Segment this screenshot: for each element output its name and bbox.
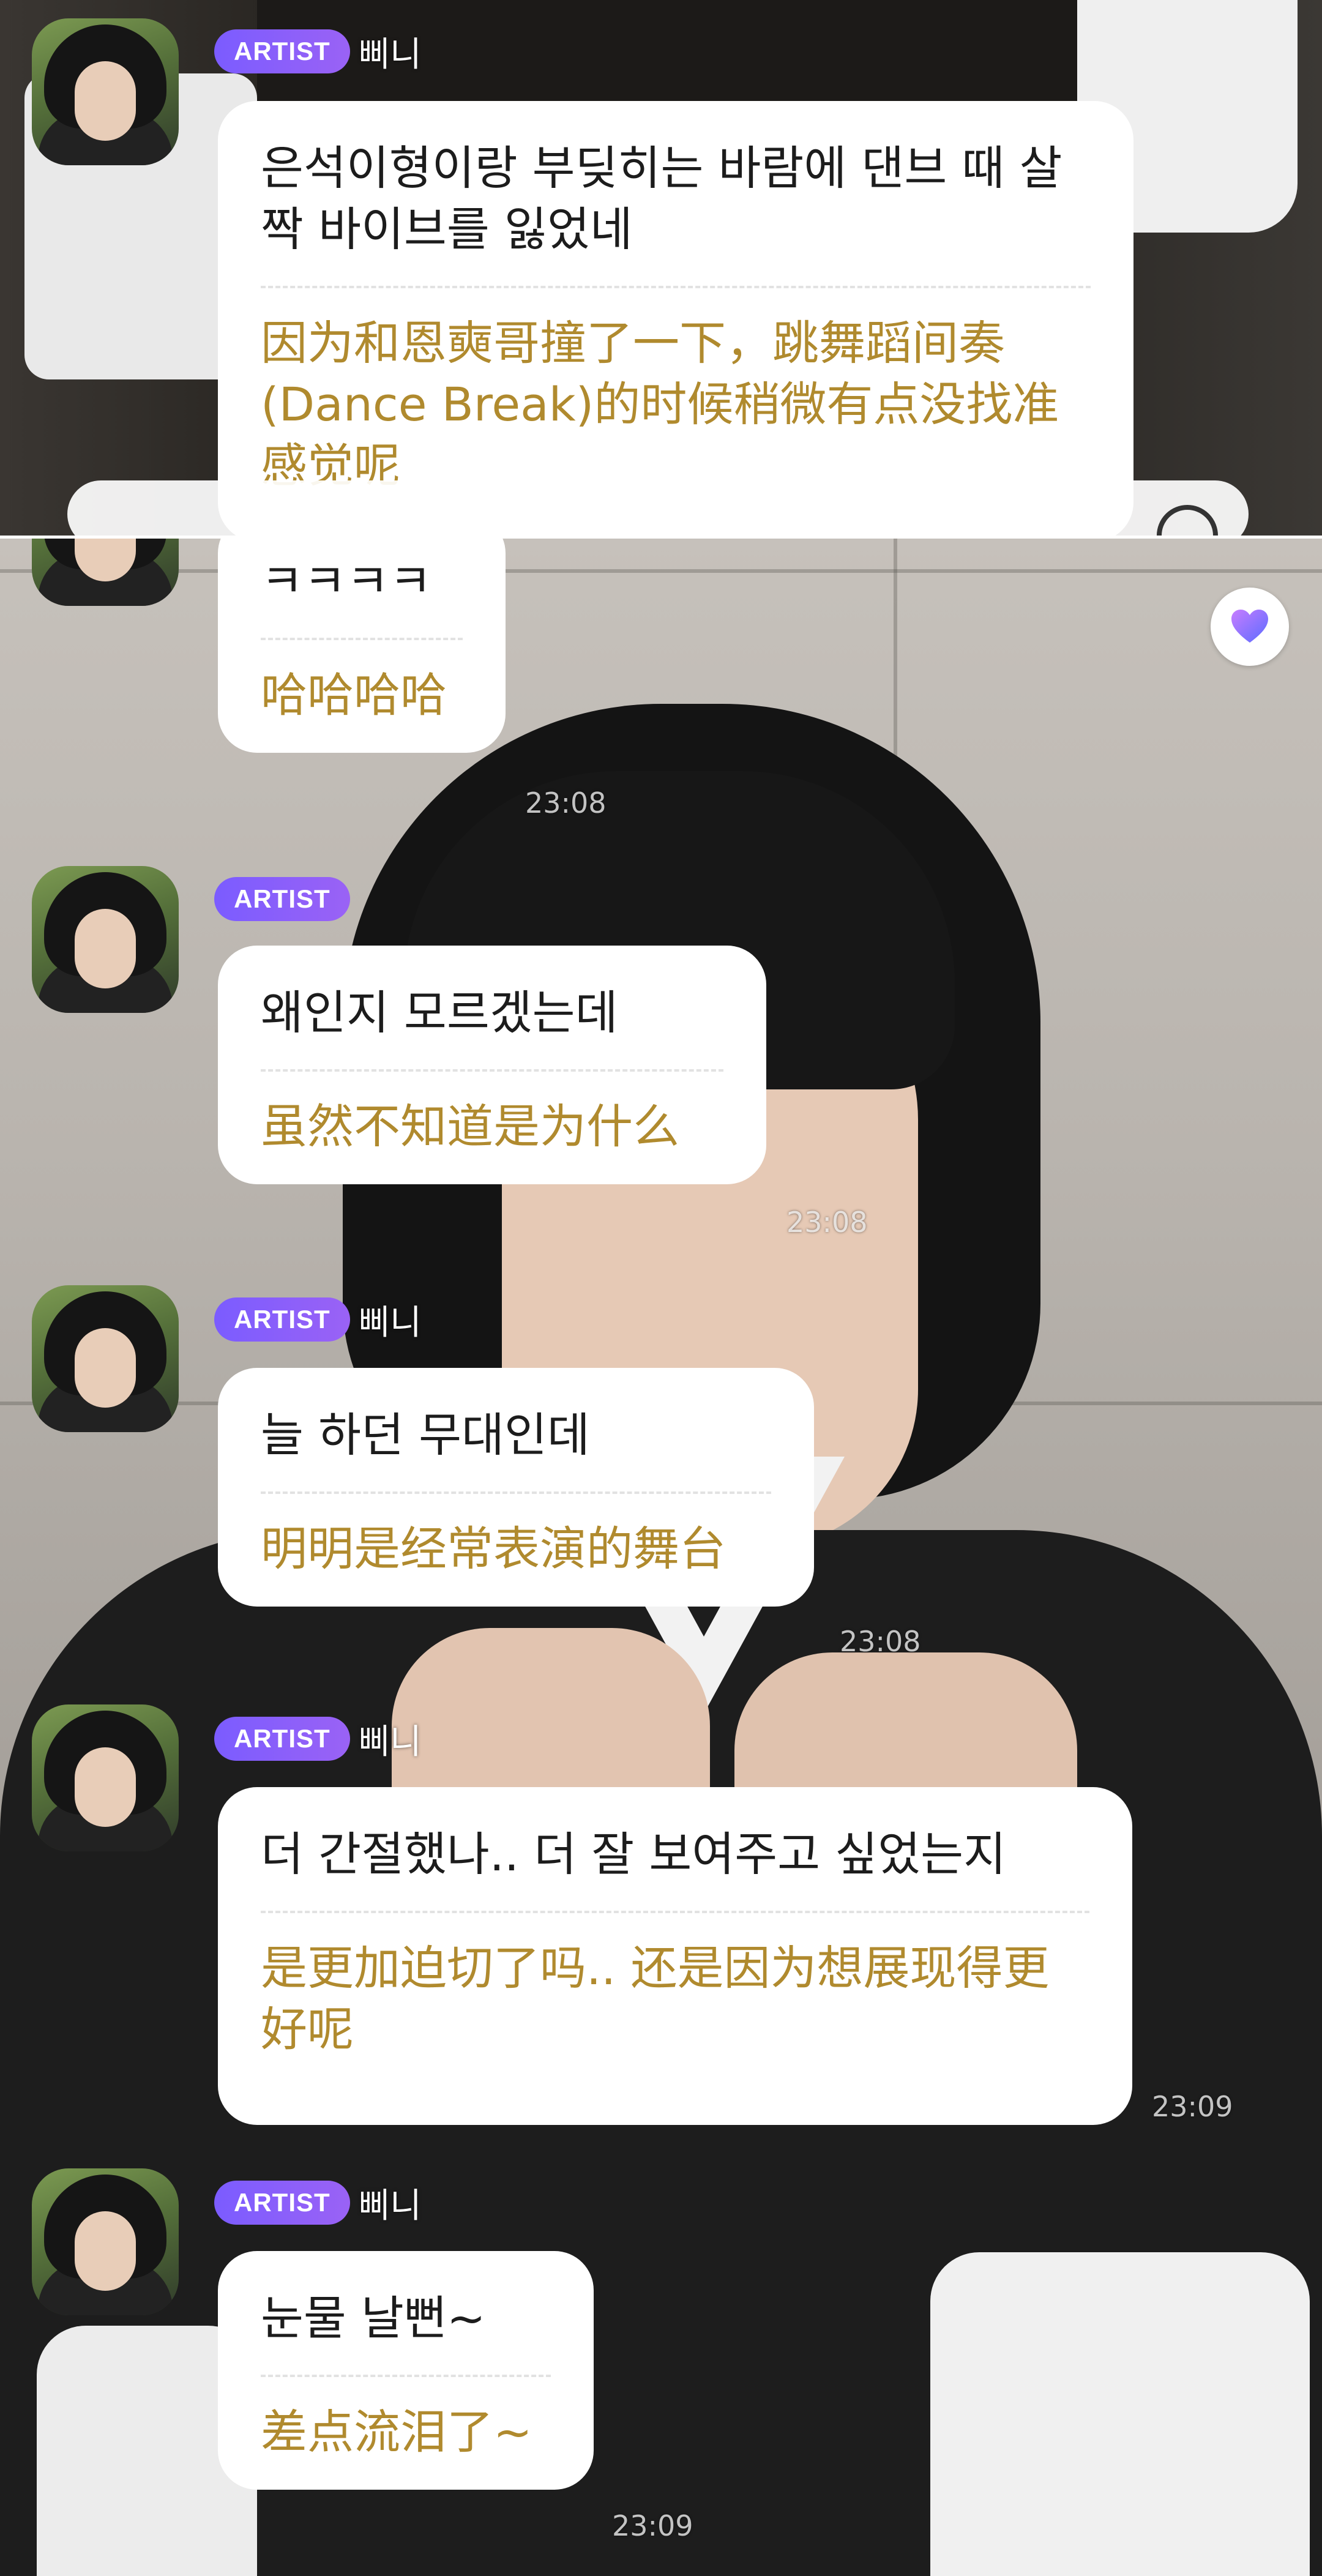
message-bubble[interactable]: 눈물 날뻔~ 差点流泪了~ [218, 2251, 594, 2490]
message-bubble[interactable]: 은석이형이랑 부딪히는 바람에 댄브 때 살짝 바이브를 잃었네 因为和恩奭哥撞… [218, 101, 1133, 539]
translated-message: 差点流泪了~ [261, 2405, 532, 2459]
original-message: 은석이형이랑 부딪히는 바람에 댄브 때 살짝 바이브를 잃었네 [261, 141, 1062, 256]
artist-avatar[interactable] [32, 866, 179, 1013]
message-timestamp: 23:08 [525, 786, 607, 819]
translated-message: 哈哈哈哈 [261, 668, 447, 722]
artist-avatar[interactable] [32, 18, 179, 165]
artist-avatar[interactable] [32, 1285, 179, 1432]
artist-header: ARTIST 삐니 [214, 1717, 422, 1762]
translated-message: 因为和恩奭哥撞了一下，跳舞蹈间奏(Dance Break)的时候稍微有点没找准感… [261, 316, 1059, 493]
translation-divider [261, 1911, 1089, 1913]
translation-divider [261, 286, 1091, 288]
artist-badge: ARTIST [214, 1717, 350, 1761]
original-message: 늘 하던 무대인데 [261, 1408, 590, 1462]
artist-name: 삐니 [358, 1302, 422, 1343]
wall-tile-line [0, 569, 1322, 573]
translated-message: 虽然不知道是为什么 [261, 1099, 679, 1154]
message-timestamp: 23:08 [786, 1206, 868, 1239]
original-message: ㅋㅋㅋㅋ [261, 554, 432, 608]
main-screenshot-panel: ㅋㅋㅋㅋ 哈哈哈哈 23:08 ARTIST 왜인지 모르겠는데 虽然不知道是为… [0, 539, 1322, 2576]
artist-header: ARTIST 삐니 [214, 29, 422, 75]
artist-avatar[interactable] [32, 539, 179, 606]
translation-divider [261, 1491, 771, 1494]
background-sleeve [930, 2252, 1310, 2576]
original-message: 눈물 날뻔~ [261, 2291, 486, 2345]
translation-divider [261, 2375, 551, 2377]
message-bubble[interactable]: 더 간절했나.. 더 잘 보여주고 싶었는지 是更加迫切了吗.. 还是因为想展现… [218, 1787, 1132, 2125]
message-timestamp: 23:09 [1152, 2090, 1233, 2123]
message-bubble[interactable]: 늘 하던 무대인데 明明是经常表演的舞台 [218, 1368, 814, 1607]
original-message: 왜인지 모르겠는데 [261, 985, 618, 1040]
artist-avatar[interactable] [32, 1704, 179, 1851]
artist-badge: ARTIST [214, 29, 350, 73]
translation-divider [261, 1069, 723, 1072]
artist-badge: ARTIST [214, 877, 350, 921]
top-screenshot-panel: ARTIST 삐니 은석이형이랑 부딪히는 바람에 댄브 때 살짝 바이브를 잃… [0, 0, 1322, 539]
message-input-bar[interactable] [67, 480, 1249, 539]
translation-divider [261, 638, 463, 640]
artist-header: ARTIST 삐니 [214, 1297, 422, 1343]
artist-name: 삐니 [358, 2186, 422, 2226]
artist-badge: ARTIST [214, 2181, 350, 2225]
artist-name: 삐니 [358, 1722, 422, 1762]
artist-header: ARTIST 삐니 [214, 2181, 422, 2226]
message-bubble[interactable]: 왜인지 모르겠는데 虽然不知道是为什么 [218, 946, 766, 1184]
translated-message: 是更加迫切了吗.. 还是因为想展现得更好呢 [261, 1941, 1050, 2056]
artist-name: 삐니 [358, 34, 422, 75]
message-timestamp: 23:08 [840, 1625, 921, 1658]
message-timestamp: 23:09 [612, 2509, 693, 2542]
artist-avatar[interactable] [32, 2168, 179, 2315]
heart-icon [1231, 610, 1268, 643]
message-bubble[interactable]: ㅋㅋㅋㅋ 哈哈哈哈 [218, 539, 506, 753]
original-message: 더 간절했나.. 더 잘 보여주고 싶었는지 [261, 1827, 1006, 1881]
translated-message: 明明是经常表演的舞台 [261, 1521, 726, 1576]
artist-badge: ARTIST [214, 1297, 350, 1342]
emoji-icon[interactable] [1157, 505, 1218, 539]
artist-header: ARTIST [214, 877, 359, 921]
heart-button[interactable] [1211, 588, 1289, 666]
